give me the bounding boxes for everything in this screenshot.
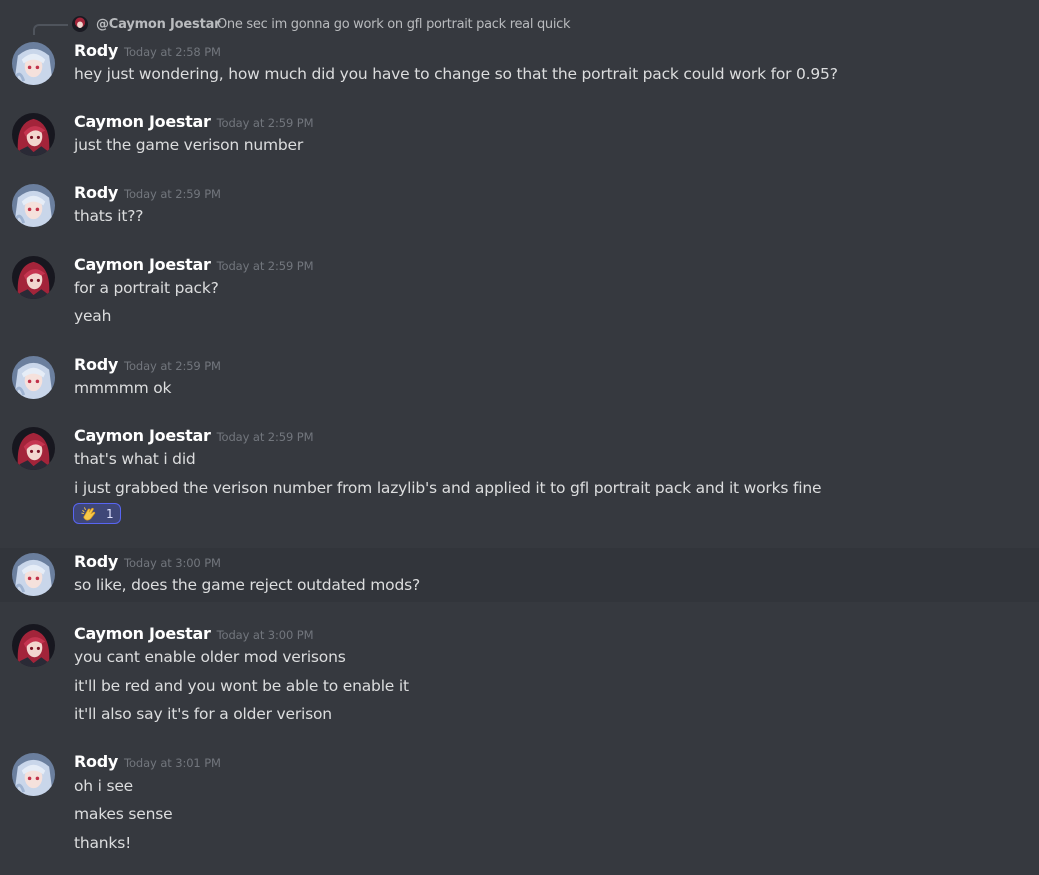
message-text: it'll be red and you wont be able to ena…: [74, 677, 409, 695]
message-text: oh i see: [74, 777, 134, 795]
reaction-count: 1: [106, 506, 114, 521]
timestamp[interactable]: Today at 3:01 PM: [124, 756, 221, 770]
avatar[interactable]: [12, 624, 55, 667]
avatar[interactable]: [12, 256, 55, 299]
message-header: Rody Today at 2:59 PM: [74, 185, 221, 201]
message-text: yeah: [74, 307, 112, 325]
timestamp[interactable]: Today at 2:59 PM: [217, 116, 314, 130]
author-name[interactable]: Rody: [74, 355, 118, 374]
avatar[interactable]: [12, 356, 55, 399]
message-header: Caymon Joestar Today at 2:59 PM: [74, 112, 314, 131]
message-group: Rody Today at 3:00 PM so like, does the g…: [0, 548, 1039, 602]
silver-haired-anime-avatar: [12, 753, 55, 796]
message-text: for a portrait pack?: [74, 279, 219, 297]
message-header: Rody Today at 3:01 PM: [74, 754, 221, 770]
message-group: Rody Today at 2:59 PM mmmmm ok: [0, 344, 1039, 416]
timestamp[interactable]: Today at 3:00 PM: [217, 628, 314, 642]
message-text: thats it??: [74, 207, 144, 225]
avatar[interactable]: [12, 113, 55, 156]
message-header: Caymon Joestar Today at 3:00 PM: [74, 624, 314, 643]
author-name[interactable]: Rody: [74, 752, 118, 771]
red-haired-anime-avatar: [12, 427, 55, 470]
message-header: Rody Today at 2:59 PM: [74, 357, 221, 373]
red-haired-anime-avatar: [12, 256, 55, 299]
avatar[interactable]: [12, 753, 55, 796]
message-text: that's what i did: [74, 450, 196, 468]
red-haired-anime-avatar: [12, 624, 55, 667]
message-text: you cant enable older mod verisons: [74, 648, 346, 666]
message-header: Caymon Joestar Today at 2:59 PM: [74, 426, 314, 445]
message-text: mmmmm ok: [74, 379, 172, 397]
author-name[interactable]: Rody: [74, 552, 118, 571]
chat-messages: @Caymon Joestar One sec im gonna go work…: [0, 0, 1039, 875]
timestamp[interactable]: Today at 2:59 PM: [124, 359, 221, 373]
avatar[interactable]: [12, 184, 55, 227]
avatar[interactable]: [12, 427, 55, 470]
message-group: Caymon Joestar Today at 2:59 PM just the …: [0, 100, 1039, 172]
author-name[interactable]: Caymon Joestar: [74, 624, 211, 643]
timestamp[interactable]: Today at 2:59 PM: [217, 259, 314, 273]
message-text: i just grabbed the verison number from l…: [74, 479, 822, 497]
message-group: Rody Today at 2:58 PM hey just wondering,…: [0, 0, 1039, 100]
message-group: Rody Today at 2:59 PM thats it??: [0, 172, 1039, 244]
message-group: Caymon Joestar Today at 2:59 PM for a por…: [0, 244, 1039, 344]
author-name[interactable]: Rody: [74, 41, 118, 60]
message-group: Rody Today at 3:01 PM oh i see makes sens…: [0, 742, 1039, 875]
message-text: just the game verison number: [74, 136, 304, 154]
message-header: Rody Today at 2:58 PM: [74, 43, 221, 59]
timestamp[interactable]: Today at 2:59 PM: [124, 187, 221, 201]
timestamp[interactable]: Today at 2:59 PM: [217, 430, 314, 444]
avatar[interactable]: [12, 42, 55, 85]
silver-haired-anime-avatar: [12, 42, 55, 85]
message-text: thanks!: [74, 834, 132, 852]
author-name[interactable]: Caymon Joestar: [74, 255, 211, 274]
message-text: so like, does the game reject outdated m…: [74, 576, 420, 594]
silver-haired-anime-avatar: [12, 356, 55, 399]
message-text: hey just wondering, how much did you hav…: [74, 65, 838, 83]
silver-haired-anime-avatar: [12, 184, 55, 227]
avatar[interactable]: [12, 553, 55, 596]
message-header: Rody Today at 3:00 PM: [74, 554, 221, 570]
timestamp[interactable]: Today at 3:00 PM: [124, 556, 221, 570]
timestamp[interactable]: Today at 2:58 PM: [124, 45, 221, 59]
author-name[interactable]: Rody: [74, 183, 118, 202]
message-text: it'll also say it's for a older verison: [74, 705, 332, 723]
message-group: Caymon Joestar Today at 2:59 PM that's wh…: [0, 416, 1039, 548]
author-name[interactable]: Caymon Joestar: [74, 112, 211, 131]
reaction-button[interactable]: 1: [73, 503, 121, 524]
message-group: Caymon Joestar Today at 3:00 PM you cant …: [0, 602, 1039, 742]
author-name[interactable]: Caymon Joestar: [74, 426, 211, 445]
message-text: makes sense: [74, 805, 173, 823]
message-header: Caymon Joestar Today at 2:59 PM: [74, 255, 314, 274]
clapping-hands-emoji: [81, 506, 96, 520]
red-haired-anime-avatar: [12, 113, 55, 156]
silver-haired-anime-avatar: [12, 553, 55, 596]
